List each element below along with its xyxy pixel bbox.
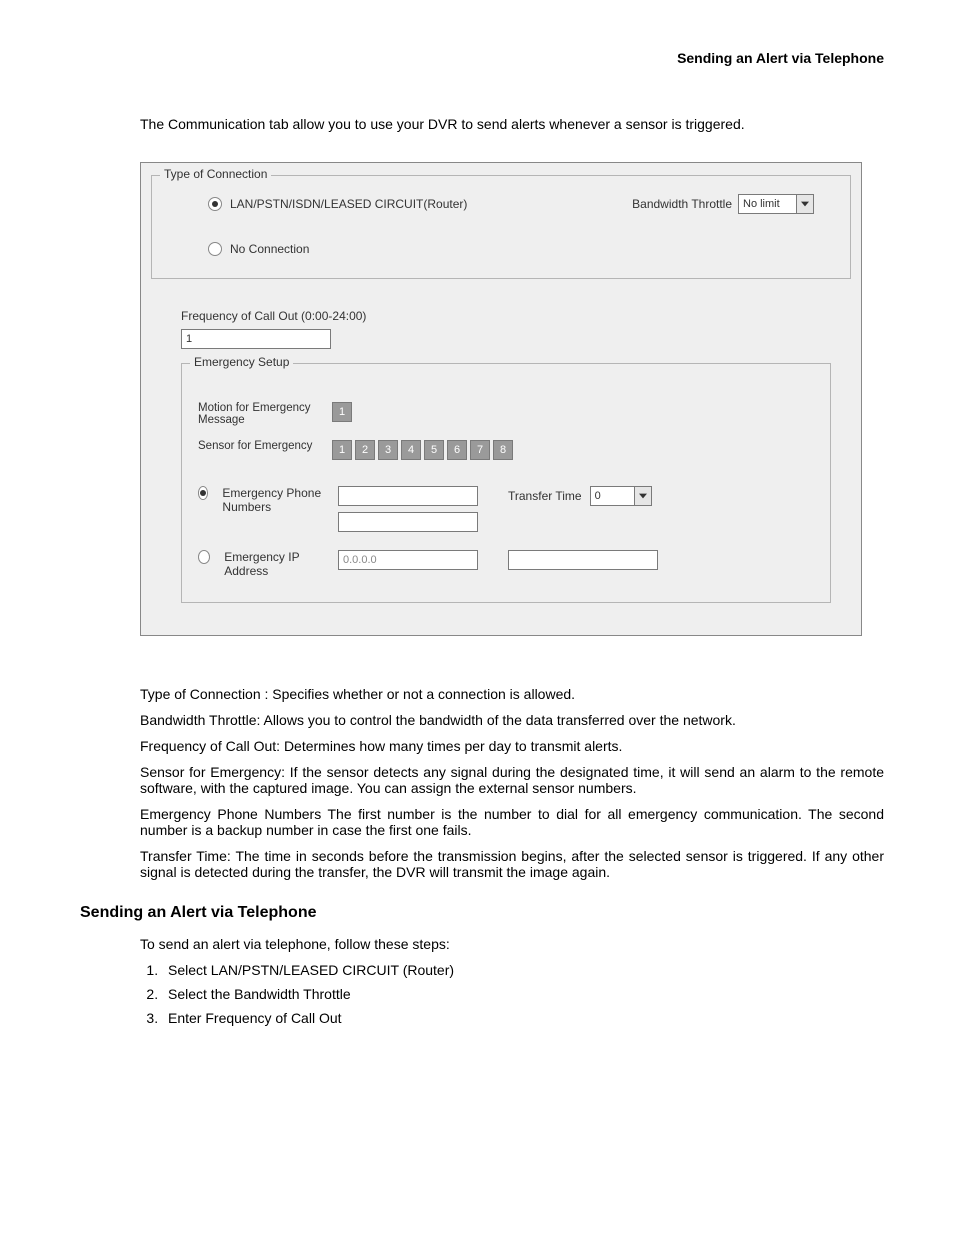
connection-option-lan[interactable]: LAN/PSTN/ISDN/LEASED CIRCUIT(Router) [208, 197, 467, 211]
transfer-time-label: Transfer Time [508, 489, 582, 503]
radio-icon [198, 550, 210, 564]
sensor-box-3[interactable]: 3 [378, 440, 398, 460]
emergency-setup-group: Emergency Setup Motion for Emergency Mes… [181, 363, 831, 603]
type-of-connection-group: Type of Connection LAN/PSTN/ISDN/LEASED … [151, 175, 851, 279]
settings-screenshot: Type of Connection LAN/PSTN/ISDN/LEASED … [140, 162, 862, 636]
section-heading: Sending an Alert via Telephone [80, 904, 884, 922]
transfer-time-value: 0 [595, 490, 601, 502]
type-of-connection-legend: Type of Connection [160, 167, 271, 181]
desc-type-of-connection: Type of Connection : Specifies whether o… [140, 686, 884, 702]
chevron-down-icon [634, 487, 651, 505]
sensor-emergency-label: Sensor for Emergency [198, 440, 318, 452]
sensor-box-6[interactable]: 6 [447, 440, 467, 460]
emergency-ip-value: 0.0.0.0 [343, 554, 377, 566]
desc-frequency: Frequency of Call Out: Determines how ma… [140, 738, 884, 754]
page-header: Sending an Alert via Telephone [80, 50, 884, 66]
radio-icon [198, 486, 208, 500]
motion-emergency-label: Motion for Emergency Message [198, 402, 318, 426]
connection-option-none[interactable]: No Connection [208, 242, 834, 256]
emergency-phone-2-input[interactable] [338, 512, 478, 532]
transfer-time-select[interactable]: 0 [590, 486, 652, 506]
emergency-ip-label: Emergency IP Address [224, 550, 328, 578]
radio-icon [208, 242, 222, 256]
emergency-phone-option[interactable]: Emergency Phone Numbers [198, 486, 328, 514]
desc-bandwidth-throttle: Bandwidth Throttle: Allows you to contro… [140, 712, 884, 728]
desc-transfer-time: Transfer Time: The time in seconds befor… [140, 848, 884, 880]
radio-icon [208, 197, 222, 211]
desc-sensor: Sensor for Emergency: If the sensor dete… [140, 764, 884, 796]
emergency-phone-label: Emergency Phone Numbers [222, 486, 328, 514]
emergency-phone-1-input[interactable] [338, 486, 478, 506]
bandwidth-throttle-value: No limit [743, 198, 780, 210]
steps-intro: To send an alert via telephone, follow t… [140, 936, 884, 952]
sensor-box-4[interactable]: 4 [401, 440, 421, 460]
emergency-ip-option[interactable]: Emergency IP Address [198, 550, 328, 578]
chevron-down-icon [796, 195, 813, 213]
intro-paragraph: The Communication tab allow you to use y… [140, 116, 884, 132]
step-1: Select LAN/PSTN/LEASED CIRCUIT (Router) [162, 962, 884, 978]
motion-box-1[interactable]: 1 [332, 402, 352, 422]
frequency-label: Frequency of Call Out (0:00-24:00) [181, 309, 831, 323]
step-2: Select the Bandwidth Throttle [162, 986, 884, 1002]
sensor-box-8[interactable]: 8 [493, 440, 513, 460]
step-3: Enter Frequency of Call Out [162, 1010, 884, 1026]
sensor-box-1[interactable]: 1 [332, 440, 352, 460]
desc-phone-numbers: Emergency Phone Numbers The first number… [140, 806, 884, 838]
connection-option-lan-label: LAN/PSTN/ISDN/LEASED CIRCUIT(Router) [230, 197, 467, 211]
sensor-box-2[interactable]: 2 [355, 440, 375, 460]
frequency-value: 1 [186, 333, 192, 345]
bandwidth-throttle-label: Bandwidth Throttle [632, 197, 732, 211]
sensor-box-7[interactable]: 7 [470, 440, 490, 460]
emergency-ip-extra-input[interactable] [508, 550, 658, 570]
bandwidth-throttle-select[interactable]: No limit [738, 194, 814, 214]
sensor-box-5[interactable]: 5 [424, 440, 444, 460]
emergency-ip-input[interactable]: 0.0.0.0 [338, 550, 478, 570]
connection-option-none-label: No Connection [230, 242, 309, 256]
emergency-setup-legend: Emergency Setup [190, 355, 293, 369]
frequency-input[interactable]: 1 [181, 329, 331, 349]
